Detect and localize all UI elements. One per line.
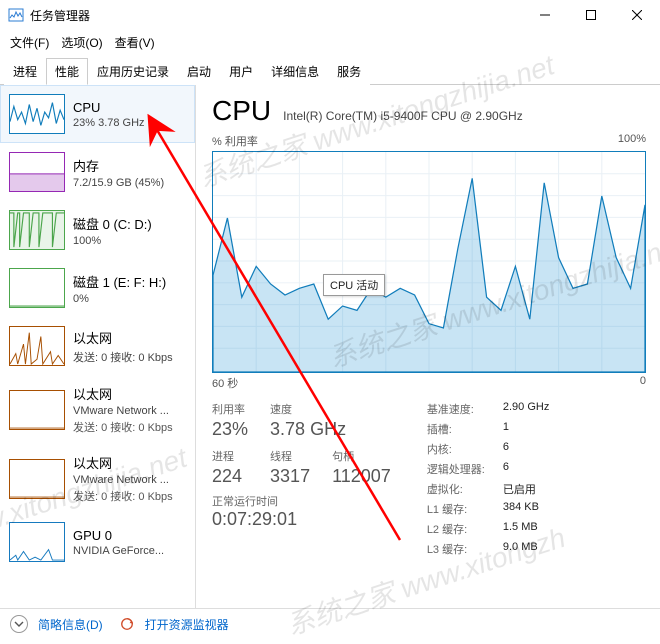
sidebar-item-label: GPU 0 [73, 528, 164, 543]
performance-sidebar[interactable]: CPU 23% 3.78 GHz 内存 7.2/15.9 GB (45%) [0, 85, 196, 608]
chevron-down-icon[interactable] [10, 615, 28, 633]
window-controls [522, 0, 660, 30]
titlebar: 任务管理器 [0, 0, 660, 30]
ethernet-thumb-icon [9, 459, 65, 499]
cpu-model: Intel(R) Core(TM) i5-9400F CPU @ 2.90GHz [283, 109, 523, 123]
disk-thumb-icon [9, 210, 65, 250]
label-l2-cache: L2 缓存: [427, 521, 485, 537]
sidebar-item-sub: 23% 3.78 GHz [73, 117, 145, 129]
window-title: 任务管理器 [30, 7, 90, 24]
label-speed: 速度 [270, 401, 310, 417]
ethernet-thumb-icon [9, 326, 65, 366]
value-l1-cache: 384 KB [503, 501, 549, 517]
footer: 简略信息(D) 打开资源监视器 [0, 608, 660, 639]
value-utilization: 23% [212, 419, 248, 440]
label-utilization: 利用率 [212, 401, 248, 417]
sidebar-item-disk1[interactable]: 磁盘 1 (E: F: H:) 0% [0, 259, 195, 317]
tab-details[interactable]: 详细信息 [262, 58, 328, 85]
sidebar-item-sub: VMware Network ... [73, 474, 173, 486]
label-processes: 进程 [212, 448, 248, 464]
detail-title: CPU [212, 95, 271, 127]
tab-processes[interactable]: 进程 [4, 58, 46, 85]
sidebar-item-memory[interactable]: 内存 7.2/15.9 GB (45%) [0, 143, 195, 201]
value-processes: 224 [212, 466, 248, 487]
sidebar-item-disk0[interactable]: 磁盘 0 (C: D:) 100% [0, 201, 195, 259]
sidebar-item-sub: 7.2/15.9 GB (45%) [73, 177, 164, 189]
tab-users[interactable]: 用户 [220, 58, 262, 85]
label-sockets: 插槽: [427, 421, 485, 437]
sidebar-item-sub: NVIDIA GeForce... [73, 545, 164, 557]
sidebar-item-label: 以太网 [73, 453, 173, 472]
disk-thumb-icon [9, 268, 65, 308]
value-handles: 112007 [332, 466, 391, 487]
sidebar-item-label: 磁盘 1 (E: F: H:) [73, 272, 166, 291]
value-virtualization: 已启用 [503, 481, 549, 497]
tab-services[interactable]: 服务 [328, 58, 370, 85]
chart-tooltip: CPU 活动 [323, 274, 385, 296]
stats-grid: 利用率 速度 23% 3.78 GHz 进程 线程 句柄 224 3317 11… [212, 401, 646, 557]
value-sockets: 1 [503, 421, 549, 437]
chart-top-right-label: 100% [618, 133, 646, 149]
menubar: 文件(F) 选项(O) 查看(V) [0, 30, 660, 55]
sidebar-item-sub: 0% [73, 293, 166, 305]
sidebar-item-label: 以太网 [73, 328, 173, 347]
sidebar-item-sub2: 发送: 0 接收: 0 Kbps [73, 419, 173, 435]
sidebar-item-gpu0[interactable]: GPU 0 NVIDIA GeForce... [0, 513, 195, 571]
label-cores: 内核: [427, 441, 485, 457]
sidebar-item-ethernet0[interactable]: 以太网 发送: 0 接收: 0 Kbps [0, 317, 195, 375]
label-uptime: 正常运行时间 [212, 493, 391, 509]
titlebar-left: 任务管理器 [8, 7, 90, 24]
sidebar-item-label: CPU [73, 100, 145, 115]
main-split: CPU 23% 3.78 GHz 内存 7.2/15.9 GB (45%) [0, 85, 660, 608]
gpu-thumb-icon [9, 522, 65, 562]
menu-file[interactable]: 文件(F) [6, 32, 53, 53]
label-virtualization: 虚拟化: [427, 481, 485, 497]
value-threads: 3317 [270, 466, 310, 487]
sidebar-item-sub: VMware Network ... [73, 405, 173, 417]
cpu-utilization-chart[interactable]: CPU 活动 [212, 151, 646, 373]
sidebar-item-label: 内存 [73, 156, 164, 175]
label-threads: 线程 [270, 448, 310, 464]
value-l2-cache: 1.5 MB [503, 521, 549, 537]
memory-thumb-icon [9, 152, 65, 192]
app-icon [8, 7, 24, 23]
value-logical: 6 [503, 461, 549, 477]
sidebar-item-sub: 100% [73, 235, 152, 247]
detail-pane: CPU Intel(R) Core(TM) i5-9400F CPU @ 2.9… [196, 85, 660, 608]
label-l1-cache: L1 缓存: [427, 501, 485, 517]
menu-view[interactable]: 查看(V) [111, 32, 159, 53]
value-basespeed: 2.90 GHz [503, 401, 549, 417]
menu-options[interactable]: 选项(O) [57, 32, 106, 53]
sidebar-item-ethernet1[interactable]: 以太网 VMware Network ... 发送: 0 接收: 0 Kbps [0, 375, 195, 444]
chart-bottom-left-label: 60 秒 [212, 375, 238, 391]
open-resmon-link[interactable]: 打开资源监视器 [145, 616, 229, 633]
value-l3-cache: 9.0 MB [503, 541, 549, 557]
sidebar-item-ethernet2[interactable]: 以太网 VMware Network ... 发送: 0 接收: 0 Kbps [0, 444, 195, 513]
less-details-link[interactable]: 简略信息(D) [38, 616, 103, 633]
refresh-icon [119, 616, 135, 632]
sidebar-item-sub: 发送: 0 接收: 0 Kbps [73, 349, 173, 365]
minimize-button[interactable] [522, 0, 568, 30]
sidebar-item-cpu[interactable]: CPU 23% 3.78 GHz [0, 85, 195, 143]
label-basespeed: 基准速度: [427, 401, 485, 417]
cpu-thumb-icon [9, 94, 65, 134]
tabbar: 进程 性能 应用历史记录 启动 用户 详细信息 服务 [0, 57, 660, 85]
sidebar-item-label: 以太网 [73, 384, 173, 403]
value-uptime: 0:07:29:01 [212, 509, 391, 530]
label-logical: 逻辑处理器: [427, 461, 485, 477]
tab-performance[interactable]: 性能 [46, 58, 88, 85]
sidebar-item-label: 磁盘 0 (C: D:) [73, 214, 152, 233]
tab-startup[interactable]: 启动 [178, 58, 220, 85]
chart-bottom-right-label: 0 [640, 375, 646, 391]
maximize-button[interactable] [568, 0, 614, 30]
value-cores: 6 [503, 441, 549, 457]
sidebar-item-sub2: 发送: 0 接收: 0 Kbps [73, 488, 173, 504]
label-handles: 句柄 [332, 448, 391, 464]
tab-app-history[interactable]: 应用历史记录 [88, 58, 178, 85]
value-speed: 3.78 GHz [270, 419, 391, 440]
label-l3-cache: L3 缓存: [427, 541, 485, 557]
ethernet-thumb-icon [9, 390, 65, 430]
chart-top-left-label: % 利用率 [212, 133, 258, 149]
close-button[interactable] [614, 0, 660, 30]
